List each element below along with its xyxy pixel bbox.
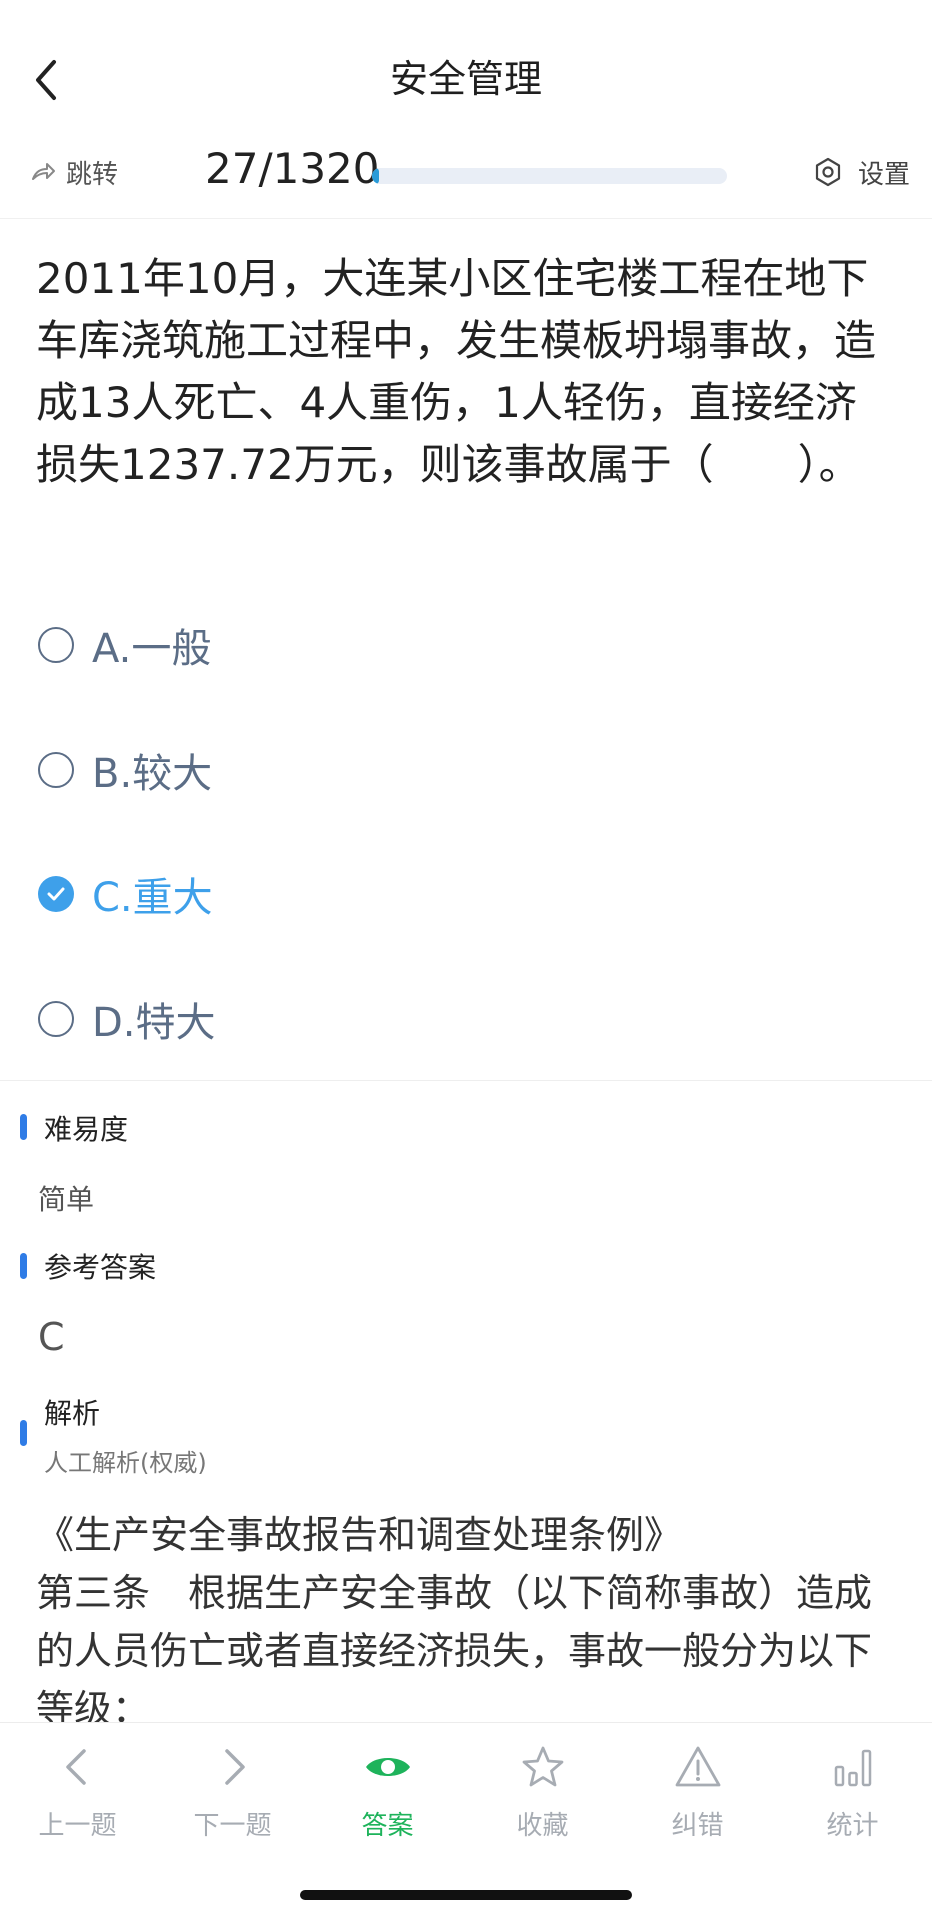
option-label: B.较大: [92, 751, 213, 797]
nav-label: 收藏: [516, 1811, 569, 1841]
section-marker: [20, 1253, 27, 1279]
analysis-line: 第三条 根据生产安全事故（以下简称事故）造成的人员伤亡或者直接经济损失，事故一般…: [36, 1571, 873, 1722]
option-label: C.重大: [92, 875, 213, 921]
page-title: 安全管理: [389, 57, 542, 101]
reference-answer-value: C: [38, 1315, 65, 1359]
radio-icon: [38, 1001, 74, 1037]
chevron-right-icon: [224, 1749, 245, 1785]
option-label: D.特大: [92, 1000, 216, 1046]
gear-icon: [815, 157, 841, 187]
jump-button[interactable]: 跳转: [30, 152, 118, 192]
nav-prev-question[interactable]: 上一题: [0, 1743, 155, 1842]
chevron-left-icon: [65, 1749, 86, 1785]
progress-bar: [372, 168, 727, 184]
divider: [0, 218, 932, 219]
nav-label: 下一题: [193, 1811, 272, 1841]
progress-text: 27/1320: [205, 144, 380, 193]
analysis-line: 《生产安全事故报告和调查处理条例》: [36, 1513, 683, 1557]
option-d[interactable]: D.特大: [38, 984, 216, 1054]
analysis-body: 《生产安全事故报告和调查处理条例》 第三条 根据生产安全事故（以下简称事故）造成…: [36, 1506, 906, 1722]
analysis-title: 解析: [44, 1397, 101, 1430]
star-icon: [522, 1746, 563, 1787]
option-label: A.一般: [92, 626, 212, 672]
nav-label: 上一题: [38, 1811, 117, 1841]
warning-icon: [675, 1746, 720, 1787]
difficulty-title: 难易度: [44, 1113, 129, 1146]
difficulty-value: 简单: [38, 1183, 95, 1216]
section-marker: [20, 1114, 27, 1140]
nav-statistics[interactable]: 统计: [775, 1743, 930, 1842]
divider: [0, 1080, 932, 1081]
settings-button[interactable]: 设置: [812, 150, 910, 194]
nav-favorite[interactable]: 收藏: [465, 1743, 620, 1842]
nav-label: 统计: [826, 1811, 879, 1841]
nav-answer[interactable]: 答案: [310, 1743, 465, 1842]
settings-label: 设置: [857, 159, 910, 190]
option-c[interactable]: C.重大: [38, 859, 213, 929]
option-a[interactable]: A.一般: [38, 610, 211, 680]
nav-report-error[interactable]: 纠错: [620, 1743, 775, 1842]
check-circle-icon: [38, 876, 74, 912]
nav-label: 纠错: [671, 1811, 724, 1841]
question-text: 2011年10月，大连某小区住宅楼工程在地下车库浇筑施工过程中，发生模板坍塌事故…: [36, 254, 877, 489]
nav-label: 答案: [361, 1811, 414, 1841]
share-arrow-icon: [32, 163, 55, 180]
jump-label: 跳转: [66, 159, 119, 190]
reference-answer-title: 参考答案: [44, 1251, 157, 1284]
option-b[interactable]: B.较大: [38, 735, 212, 805]
section-marker: [20, 1420, 27, 1446]
radio-icon: [38, 627, 74, 663]
home-indicator: [300, 1890, 632, 1900]
eye-icon: [365, 1758, 410, 1776]
radio-icon: [38, 752, 74, 788]
analysis-subtitle: 人工解析(权威): [44, 1449, 207, 1477]
bar-chart-icon: [834, 1749, 871, 1787]
nav-next-question[interactable]: 下一题: [155, 1743, 310, 1842]
analysis-clip: 《生产安全事故报告和调查处理条例》 第三条 根据生产安全事故（以下简称事故）造成…: [0, 1500, 932, 1722]
